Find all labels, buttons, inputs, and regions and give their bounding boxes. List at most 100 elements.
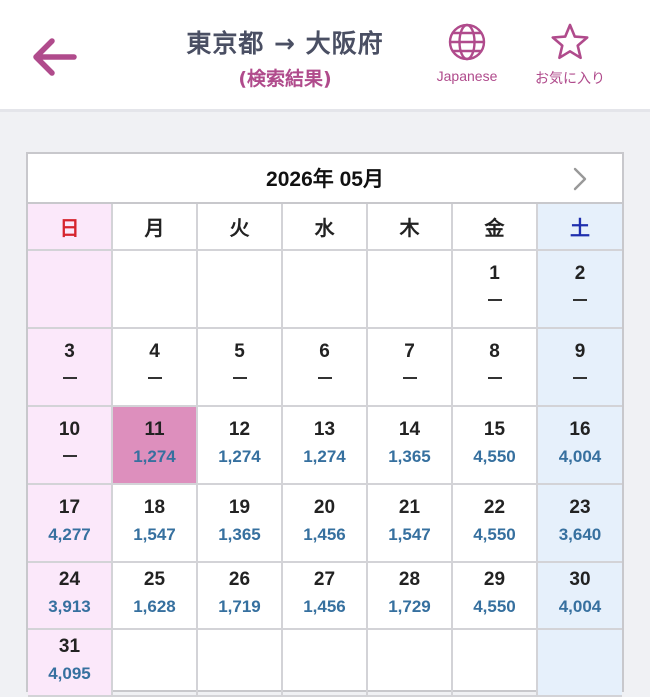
weekday-tue: 火 xyxy=(198,204,283,251)
day-cell-14[interactable]: 14 1,365 xyxy=(368,407,453,485)
empty-day-cell xyxy=(283,630,368,697)
day-number: 15 xyxy=(483,419,506,440)
empty-day-cell xyxy=(198,251,283,329)
day-cell-22[interactable]: 22 4,550 xyxy=(453,485,538,563)
day-cell-13[interactable]: 13 1,274 xyxy=(283,407,368,485)
day-fare: 4,095 xyxy=(48,664,91,683)
day-fare: 1,274 xyxy=(133,447,176,466)
day-cell-26[interactable]: 26 1,719 xyxy=(198,563,283,630)
day-number: 28 xyxy=(398,569,421,590)
no-fare-dash xyxy=(573,299,587,301)
day-fare: 3,913 xyxy=(48,597,91,616)
day-cell-2[interactable]: 2 xyxy=(538,251,622,329)
day-cell-31[interactable]: 31 4,095 xyxy=(28,630,113,697)
day-number: 25 xyxy=(143,569,166,590)
day-cell-12[interactable]: 12 1,274 xyxy=(198,407,283,485)
no-fare-dash xyxy=(147,377,162,379)
day-cell-17[interactable]: 17 4,277 xyxy=(28,485,113,563)
day-cell-30[interactable]: 30 4,004 xyxy=(538,563,622,630)
calendar-grid: 日 月 火 水 木 金 土 1 2 3 4 5 6 7 8 9 10 11 1,274 12 1,274 1… xyxy=(28,204,622,697)
weekday-thu: 木 xyxy=(368,204,453,251)
day-fare: 1,547 xyxy=(133,525,176,544)
day-number: 21 xyxy=(398,497,421,518)
back-button[interactable] xyxy=(28,33,80,81)
weekday-wed: 水 xyxy=(283,204,368,251)
next-month-button[interactable] xyxy=(568,166,592,192)
day-fare: 4,004 xyxy=(558,447,602,466)
day-number: 12 xyxy=(228,419,251,440)
empty-day-cell xyxy=(113,630,198,697)
day-fare: 1,547 xyxy=(388,525,431,544)
no-fare-dash xyxy=(402,377,417,379)
language-label: Japanese xyxy=(436,68,498,84)
day-cell-20[interactable]: 20 1,456 xyxy=(283,485,368,563)
empty-day-cell xyxy=(283,251,368,329)
day-cell-9[interactable]: 9 xyxy=(538,329,622,407)
route-title-block: 東京都 → 大阪府 (検索結果) xyxy=(140,24,430,91)
language-button[interactable]: Japanese xyxy=(424,22,510,92)
day-fare: 4,550 xyxy=(473,597,516,616)
day-number: 16 xyxy=(569,419,591,440)
day-fare: 1,456 xyxy=(303,597,346,616)
day-fare: 4,550 xyxy=(473,447,516,466)
day-cell-19[interactable]: 19 1,365 xyxy=(198,485,283,563)
day-cell-24[interactable]: 24 3,913 xyxy=(28,563,113,630)
day-cell-16[interactable]: 16 4,004 xyxy=(538,407,622,485)
day-number: 14 xyxy=(398,419,421,440)
empty-day-cell xyxy=(538,630,622,697)
day-number: 1 xyxy=(489,263,500,284)
day-number: 13 xyxy=(313,419,336,440)
day-cell-1[interactable]: 1 xyxy=(453,251,538,329)
day-cell-21[interactable]: 21 1,547 xyxy=(368,485,453,563)
calendar-header: 2026年 05月 xyxy=(28,154,622,204)
day-number: 31 xyxy=(58,636,81,657)
day-cell-4[interactable]: 4 xyxy=(113,329,198,407)
day-fare: 1,719 xyxy=(218,597,261,616)
day-number: 20 xyxy=(313,497,336,518)
day-number: 18 xyxy=(143,497,166,518)
weekday-mon: 月 xyxy=(113,204,198,251)
no-fare-dash xyxy=(317,377,332,379)
day-number: 30 xyxy=(569,569,591,590)
favorites-button[interactable]: お気に入り xyxy=(524,22,616,92)
day-cell-25[interactable]: 25 1,628 xyxy=(113,563,198,630)
day-number: 4 xyxy=(149,341,160,362)
day-cell-29[interactable]: 29 4,550 xyxy=(453,563,538,630)
day-fare: 3,640 xyxy=(558,525,602,544)
month-label: 2026年 05月 xyxy=(266,168,384,191)
no-fare-dash xyxy=(487,377,502,379)
day-number: 29 xyxy=(483,569,506,590)
no-fare-dash xyxy=(487,299,502,301)
day-number: 9 xyxy=(574,341,586,362)
empty-day-cell xyxy=(28,251,113,329)
day-cell-5[interactable]: 5 xyxy=(198,329,283,407)
day-number: 11 xyxy=(144,419,165,440)
day-cell-7[interactable]: 7 xyxy=(368,329,453,407)
day-cell-8[interactable]: 8 xyxy=(453,329,538,407)
day-number: 17 xyxy=(58,497,81,518)
day-fare: 1,729 xyxy=(388,597,431,616)
day-cell-15[interactable]: 15 4,550 xyxy=(453,407,538,485)
weekday-sun: 日 xyxy=(28,204,113,251)
day-number: 26 xyxy=(228,569,251,590)
day-cell-11[interactable]: 11 1,274 xyxy=(113,407,198,485)
day-fare: 1,274 xyxy=(218,447,261,466)
day-cell-6[interactable]: 6 xyxy=(283,329,368,407)
day-fare: 1,274 xyxy=(303,447,346,466)
day-cell-28[interactable]: 28 1,729 xyxy=(368,563,453,630)
day-cell-23[interactable]: 23 3,640 xyxy=(538,485,622,563)
day-cell-27[interactable]: 27 1,456 xyxy=(283,563,368,630)
day-fare: 4,550 xyxy=(473,525,516,544)
day-number: 24 xyxy=(58,569,81,590)
day-number: 8 xyxy=(489,341,500,362)
day-cell-18[interactable]: 18 1,547 xyxy=(113,485,198,563)
day-cell-3[interactable]: 3 xyxy=(28,329,113,407)
empty-day-cell xyxy=(368,251,453,329)
day-fare: 4,277 xyxy=(48,525,91,544)
day-number: 27 xyxy=(313,569,336,590)
globe-icon xyxy=(448,23,486,61)
day-fare: 1,365 xyxy=(388,447,431,466)
day-fare: 1,365 xyxy=(218,525,261,544)
day-cell-10[interactable]: 10 xyxy=(28,407,113,485)
app-header: 東京都 → 大阪府 (検索結果) Japanese お気に入り xyxy=(0,0,650,112)
